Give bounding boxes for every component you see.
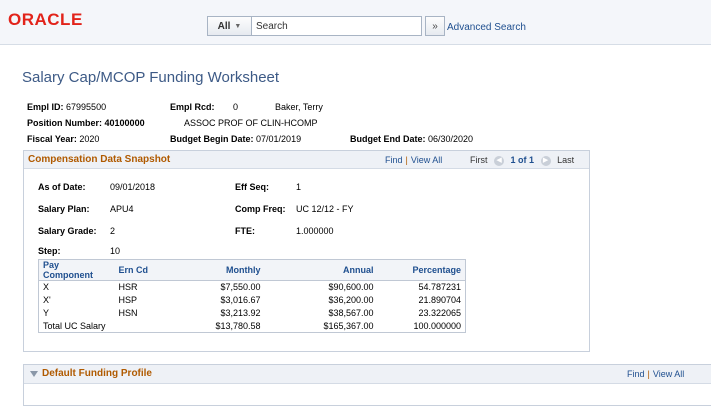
- collapse-triangle-icon[interactable]: [30, 371, 38, 377]
- table-row: X' HSP $3,016.67 $36,200.00 21.890704: [39, 294, 466, 307]
- previous-arrow-icon[interactable]: ◀: [494, 155, 505, 166]
- table-row: Y HSN $3,213.92 $38,567.00 23.322065: [39, 307, 466, 320]
- cell-annual: $90,600.00: [328, 282, 374, 293]
- cell-ern-cd: HSN: [118, 308, 138, 318]
- empl-rcd-value: 0: [233, 102, 239, 112]
- view-all-link[interactable]: View All: [653, 369, 684, 379]
- column-header-pay-component: Pay Component: [38, 259, 115, 281]
- column-header-ern-cd: Ern Cd: [114, 259, 177, 281]
- funding-nav: Find | View All: [627, 369, 684, 379]
- search-go-button[interactable]: »: [425, 16, 445, 36]
- cell-monthly: $7,550.00: [220, 282, 261, 293]
- nav-separator: |: [647, 369, 650, 379]
- search-scope-select[interactable]: All ▼: [207, 16, 252, 36]
- table-total-row: Total UC Salary $13,780.58 $165,367.00 1…: [39, 320, 466, 333]
- fiscal-year-value: 2020: [79, 134, 100, 144]
- search-bar: All ▼ »: [207, 16, 445, 36]
- cell-annual: $38,567.00: [328, 308, 374, 318]
- fte-label: FTE:: [235, 226, 255, 236]
- step-label: Step:: [38, 246, 61, 256]
- comp-freq-value: UC 12/12 - FY: [296, 204, 354, 214]
- column-header-annual: Annual: [264, 259, 378, 281]
- cell-monthly: $3,016.67: [220, 295, 261, 305]
- oracle-logo[interactable]: ORACLE: [8, 10, 83, 30]
- double-chevron-right-icon: »: [432, 20, 438, 32]
- nav-separator: |: [405, 155, 408, 165]
- empl-id-label: Empl ID:: [27, 102, 64, 112]
- top-bar: ORACLE All ▼ » Advanced Search: [0, 0, 711, 45]
- budget-begin-value: 07/01/2019: [256, 134, 302, 144]
- page-count: 1 of 1: [510, 155, 535, 165]
- cell-percentage: 23.322065: [418, 308, 461, 318]
- budget-begin-field: Budget Begin Date: 07/01/2019: [170, 134, 301, 144]
- salary-grade-label: Salary Grade:: [38, 226, 97, 236]
- find-link[interactable]: Find: [385, 155, 403, 165]
- first-label: First: [470, 155, 488, 165]
- empl-id-value: 67995500: [66, 102, 107, 112]
- fiscal-year-field: Fiscal Year: 2020: [27, 134, 99, 144]
- funding-header[interactable]: Default Funding Profile Find | View All: [24, 365, 711, 384]
- pay-component-table: Pay Component Ern Cd Monthly Annual Perc…: [38, 259, 466, 333]
- position-field: Position Number: 40100000: [27, 118, 145, 128]
- cell-ern-cd: [115, 320, 177, 333]
- cell-pay-component: Y: [43, 308, 50, 318]
- position-title: ASSOC PROF OF CLIN-HCOMP: [184, 118, 318, 128]
- budget-end-label: Budget End Date:: [350, 134, 426, 144]
- last-label: Last: [557, 155, 575, 165]
- funding-title: Default Funding Profile: [42, 368, 152, 379]
- fiscal-year-label: Fiscal Year:: [27, 134, 77, 144]
- column-header-percentage: Percentage: [377, 259, 466, 281]
- cell-ern-cd: HSR: [118, 282, 138, 293]
- cell-ern-cd: HSP: [118, 295, 138, 305]
- eff-seq-value: 1: [296, 182, 302, 192]
- employee-name: Baker, Terry: [275, 102, 323, 112]
- cell-percentage: 100.000000: [413, 320, 461, 331]
- snapshot-nav: Find | View All: [385, 155, 442, 165]
- comp-freq-label: Comp Freq:: [235, 204, 286, 214]
- fte-value: 1.000000: [296, 226, 334, 236]
- as-of-date-label: As of Date:: [38, 182, 86, 192]
- page-title: Salary Cap/MCOP Funding Worksheet: [22, 69, 280, 86]
- snapshot-pager: First ◀ 1 of 1 ▶ Last: [470, 155, 574, 166]
- cell-percentage: 21.890704: [418, 295, 461, 305]
- search-scope-label: All: [217, 20, 231, 32]
- advanced-search-link[interactable]: Advanced Search: [447, 22, 526, 33]
- step-value: 10: [110, 246, 121, 256]
- salary-plan-value: APU4: [110, 204, 134, 214]
- position-label: Position Number:: [27, 118, 103, 128]
- column-header-monthly: Monthly: [176, 259, 265, 281]
- budget-begin-label: Budget Begin Date:: [170, 134, 254, 144]
- empl-rcd-field: Empl Rcd:: [170, 102, 215, 112]
- cell-percentage: 54.787231: [418, 282, 461, 293]
- as-of-date-value: 09/01/2018: [110, 182, 156, 192]
- empl-id-field: Empl ID: 67995500: [27, 102, 106, 112]
- salary-plan-label: Salary Plan:: [38, 204, 90, 214]
- table-row: X HSR $7,550.00 $90,600.00 54.787231: [39, 281, 466, 294]
- position-value: 40100000: [104, 118, 145, 128]
- snapshot-title: Compensation Data Snapshot: [28, 154, 171, 165]
- salary-grade-value: 2: [110, 226, 116, 236]
- view-all-link[interactable]: View All: [411, 155, 442, 165]
- chevron-down-icon: ▼: [234, 22, 242, 30]
- snapshot-header: Compensation Data Snapshot Find | View All…: [24, 151, 589, 169]
- compensation-snapshot-section: Compensation Data Snapshot Find | View All…: [23, 150, 590, 352]
- cell-monthly: $3,213.92: [220, 308, 261, 318]
- eff-seq-label: Eff Seq:: [235, 182, 270, 192]
- cell-pay-component: X: [43, 282, 50, 293]
- cell-annual: $165,367.00: [323, 320, 374, 331]
- budget-end-field: Budget End Date: 06/30/2020: [350, 134, 473, 144]
- find-link[interactable]: Find: [627, 369, 645, 379]
- empl-rcd-label: Empl Rcd:: [170, 102, 215, 112]
- budget-end-value: 06/30/2020: [428, 134, 474, 144]
- cell-pay-component: X': [43, 295, 51, 305]
- search-input[interactable]: [252, 16, 422, 36]
- table-header-row: Pay Component Ern Cd Monthly Annual Perc…: [38, 259, 466, 281]
- cell-monthly: $13,780.58: [215, 320, 261, 331]
- cell-annual: $36,200.00: [328, 295, 374, 305]
- cell-pay-component: Total UC Salary: [43, 320, 106, 331]
- default-funding-profile-section: Default Funding Profile Find | View All: [23, 364, 711, 406]
- next-arrow-icon[interactable]: ▶: [540, 155, 551, 166]
